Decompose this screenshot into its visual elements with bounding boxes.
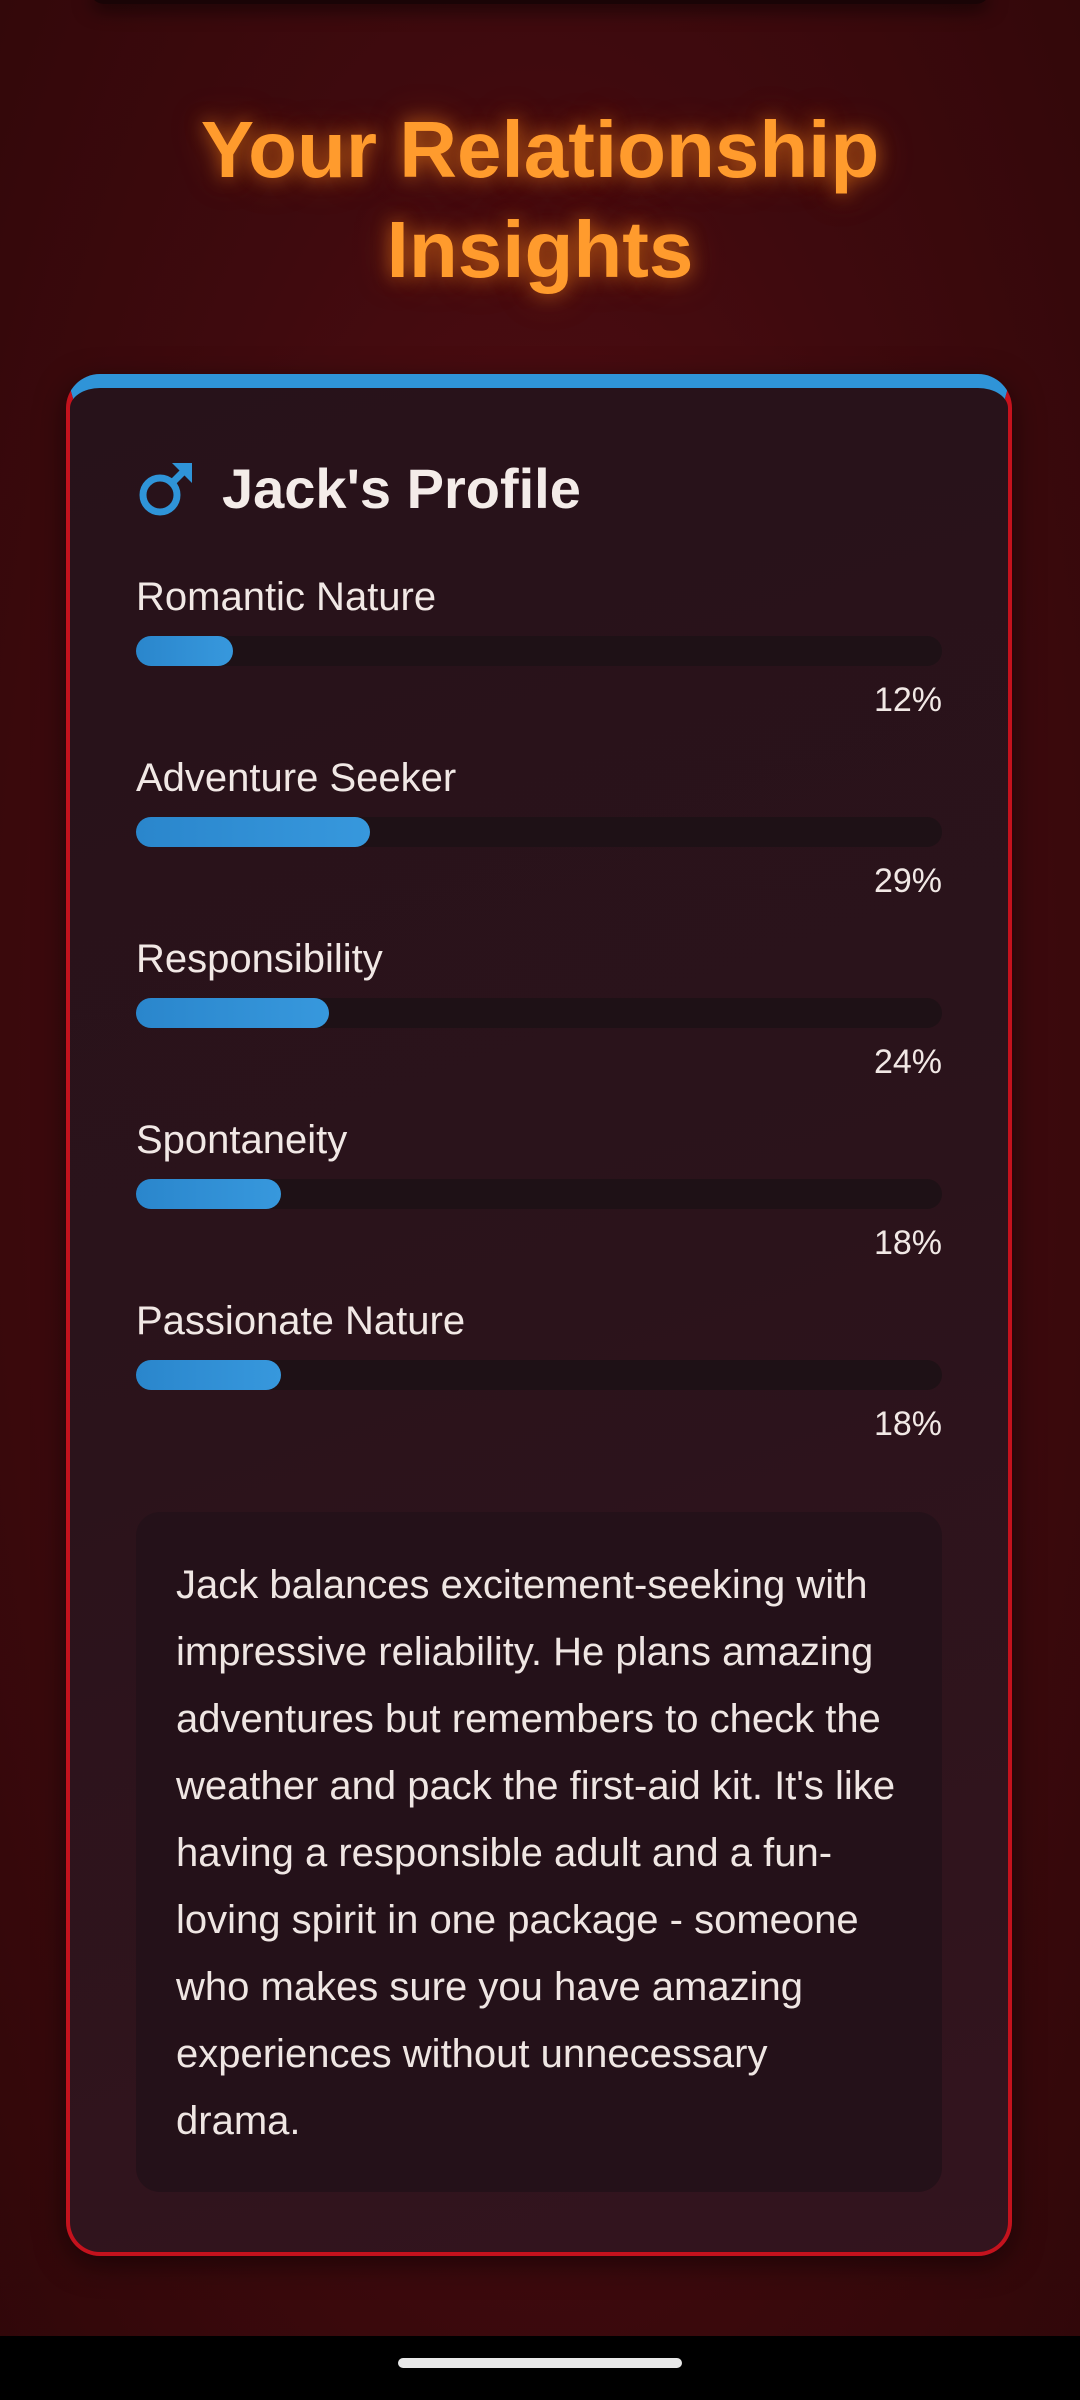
trait-bar-fill <box>136 1179 282 1209</box>
trait-adventure-seeker: Adventure Seeker 29% <box>136 753 942 934</box>
trait-spontaneity: Spontaneity 18% <box>136 1115 942 1296</box>
trait-bar-fill <box>136 817 370 847</box>
trait-label: Romantic Nature <box>136 575 437 619</box>
male-symbol-icon <box>139 462 192 515</box>
profile-card: Jack's Profile Romantic Nature 12% Adven… <box>66 374 1012 2256</box>
trait-bar-track <box>136 1179 942 1209</box>
profile-description-box: Jack balances excitement-seeking with im… <box>136 1512 942 2192</box>
page-title: Your Relationship Insights <box>0 100 1080 300</box>
trait-bar-track <box>136 1360 942 1390</box>
trait-value: 29% <box>873 862 942 900</box>
trait-list: Romantic Nature 12% Adventure Seeker 29%… <box>136 572 942 1477</box>
system-navigation-bar <box>0 2336 1080 2400</box>
card-header: Jack's Profile <box>136 456 581 521</box>
trait-romantic-nature: Romantic Nature 12% <box>136 572 942 753</box>
trait-bar-fill <box>136 998 330 1028</box>
trait-bar-fill <box>136 1360 282 1390</box>
trait-passionate-nature: Passionate Nature 18% <box>136 1296 942 1477</box>
trait-value: 24% <box>873 1043 942 1081</box>
trait-value: 18% <box>873 1405 942 1443</box>
trait-bar-track <box>136 636 942 666</box>
trait-responsibility: Responsibility 24% <box>136 934 942 1115</box>
trait-label: Spontaneity <box>136 1118 348 1162</box>
home-indicator[interactable] <box>398 2358 682 2368</box>
trait-value: 12% <box>873 681 942 719</box>
trait-bar-track <box>136 817 942 847</box>
page-title-line2: Insights <box>386 205 694 294</box>
page-title-line1: Your Relationship <box>200 105 880 194</box>
trait-label: Responsibility <box>136 937 383 981</box>
trait-bar-track <box>136 998 942 1028</box>
trait-bar-fill <box>136 636 233 666</box>
profile-description: Jack balances excitement-seeking with im… <box>176 1563 896 2143</box>
trait-label: Passionate Nature <box>136 1299 466 1343</box>
profile-title: Jack's Profile <box>222 457 581 520</box>
trait-label: Adventure Seeker <box>136 756 457 800</box>
trait-value: 18% <box>873 1224 942 1262</box>
top-image-edge <box>90 0 990 4</box>
